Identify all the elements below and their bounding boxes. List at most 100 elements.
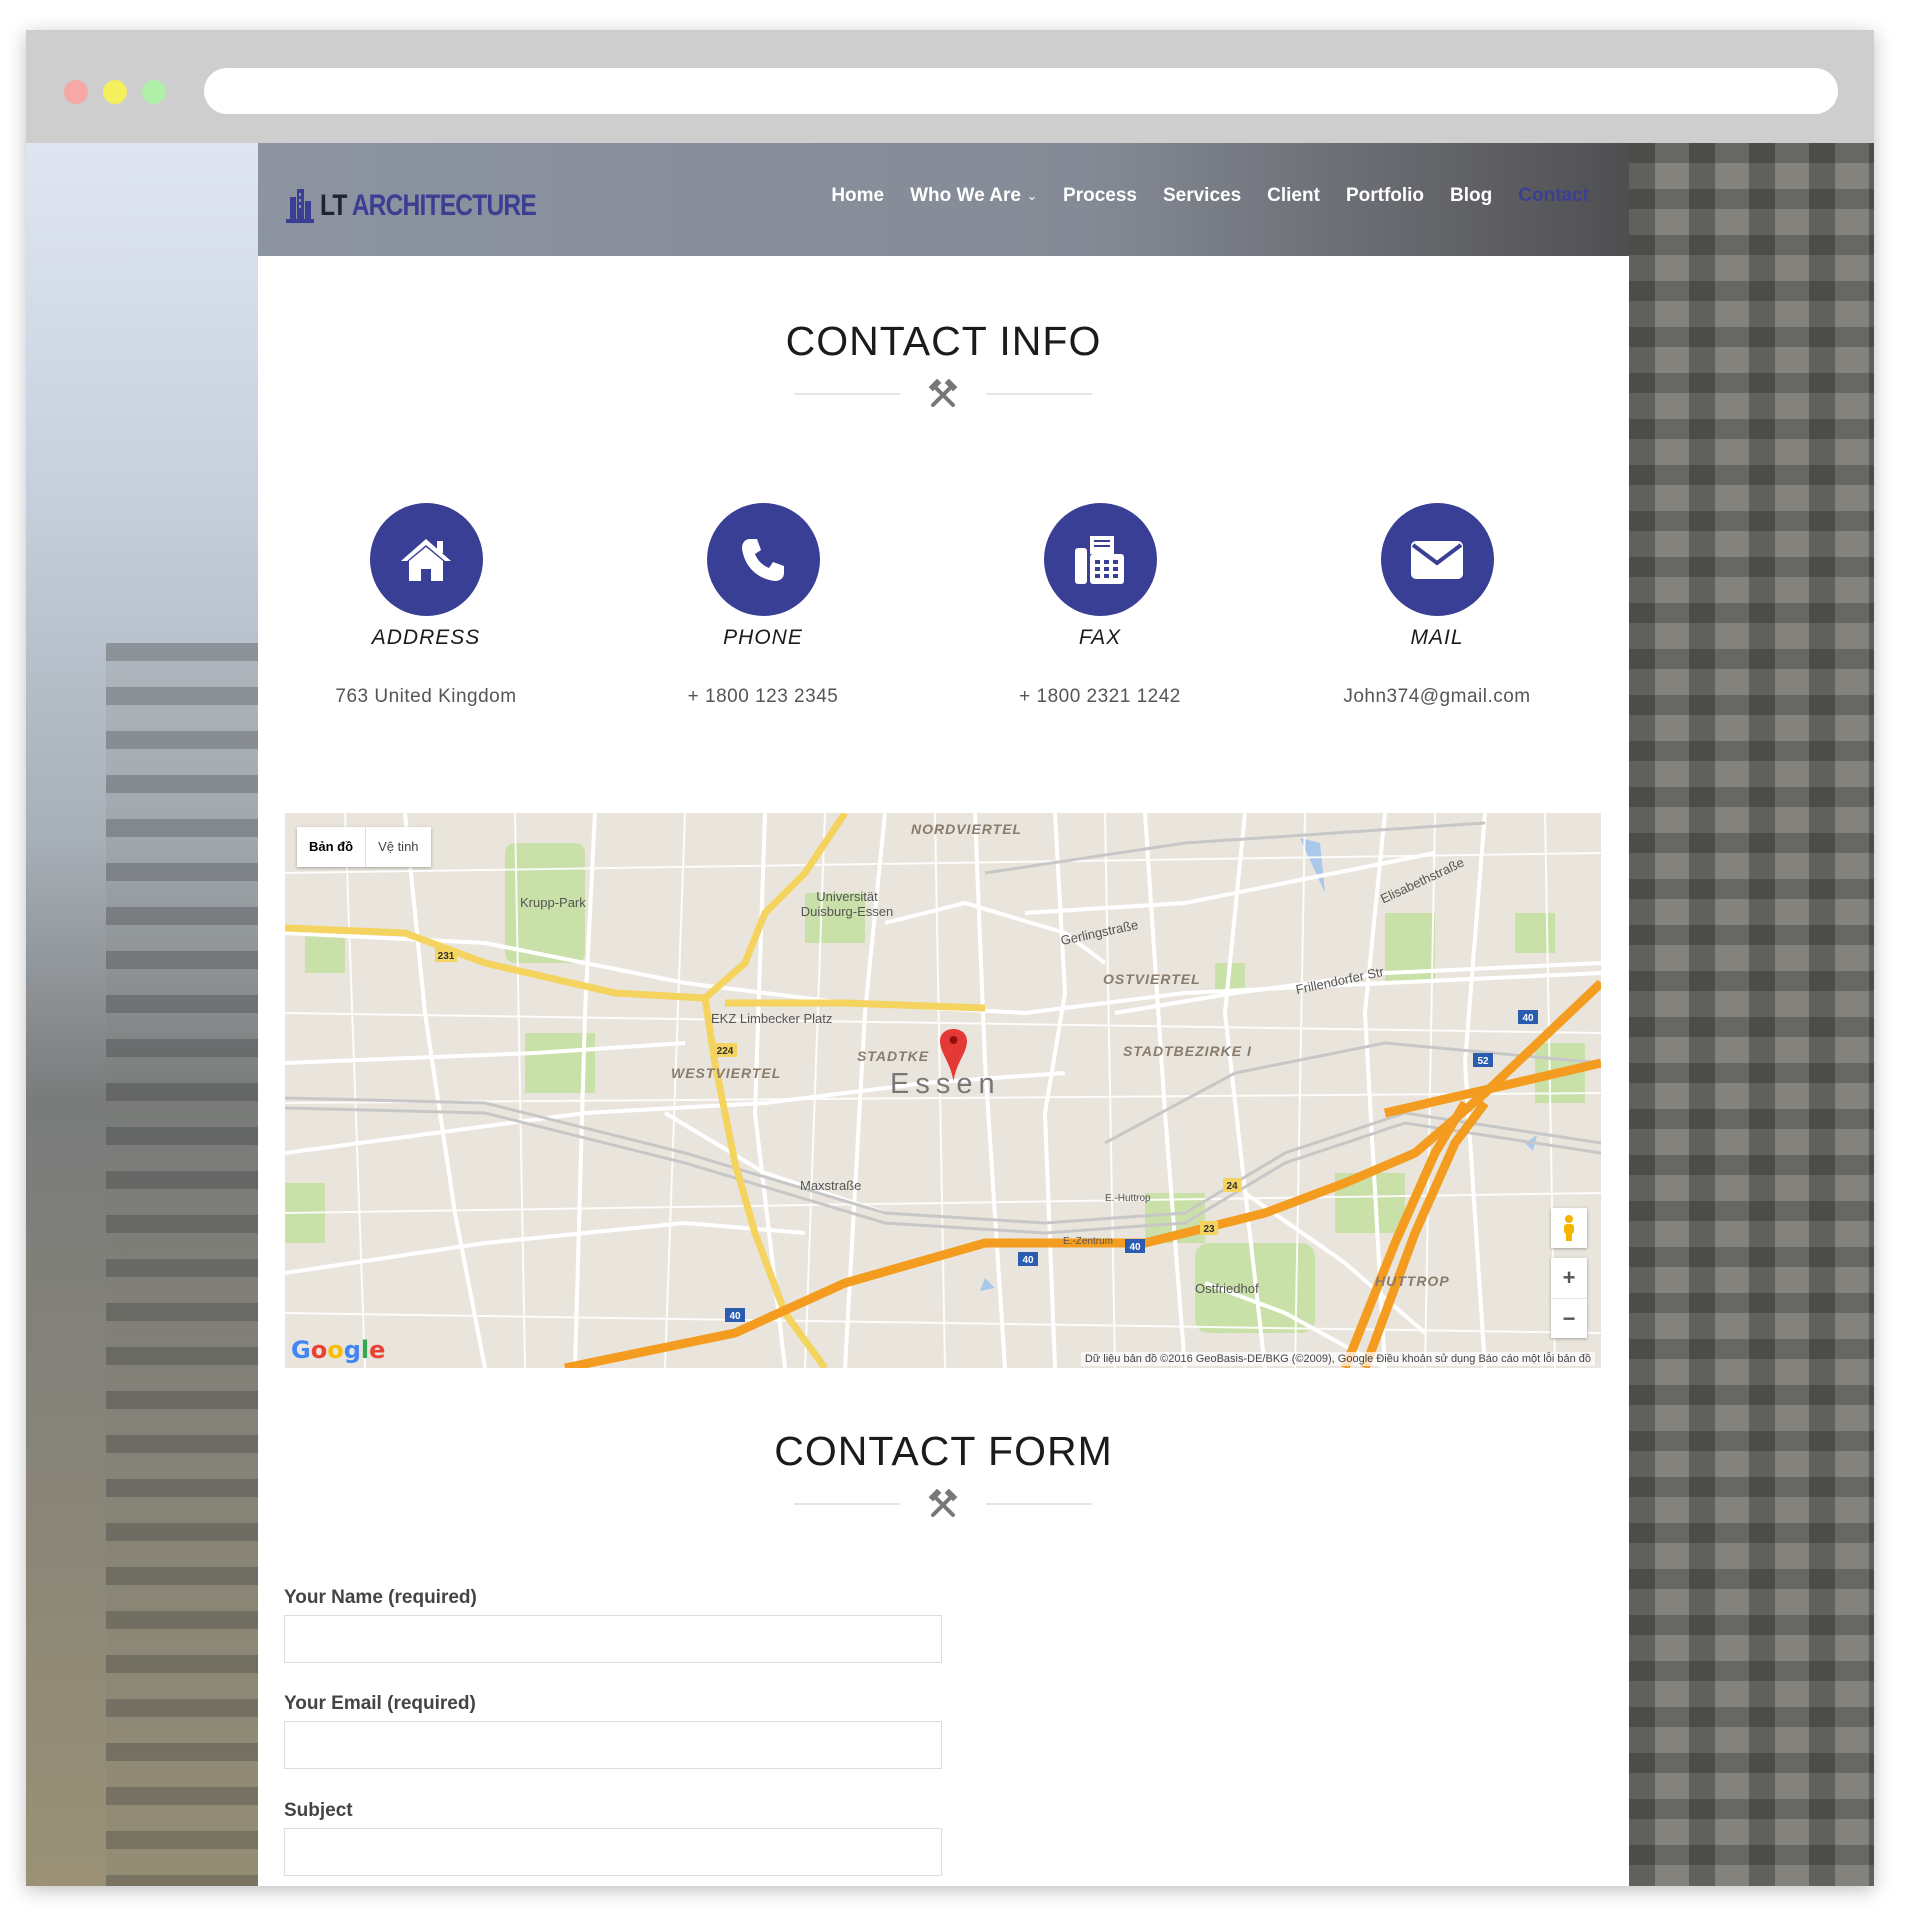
contact-form-title: CONTACT FORM xyxy=(774,1428,1113,1474)
map-label-ekz: EKZ Limbecker Platz xyxy=(711,1011,833,1026)
hammer-icon xyxy=(928,1489,958,1517)
map-attribution[interactable]: Dữ liệu bản đồ ©2016 GeoBasis-DE/BKG (©2… xyxy=(1080,1352,1595,1366)
phone-value: + 1800 123 2345 xyxy=(687,686,839,707)
main-nav: Home Who We Are ⌄ Process Services Client… xyxy=(805,185,1589,207)
maximize-window-button[interactable] xyxy=(142,80,166,104)
name-field-label: Your Name (required) xyxy=(284,1587,477,1608)
site-header: LT ARCHITECTURE Home Who We Are ⌄ Process… xyxy=(258,143,1629,256)
contact-fax: FAX + 1800 2321 1242 xyxy=(932,503,1268,708)
logo-text: LT ARCHITECTURE xyxy=(320,189,537,223)
zoom-out-button[interactable]: − xyxy=(1551,1299,1587,1338)
nav-client[interactable]: Client xyxy=(1267,185,1320,207)
phone-circle xyxy=(706,503,820,616)
zoom-in-button[interactable]: + xyxy=(1551,1258,1587,1299)
chevron-down-icon: ⌄ xyxy=(1026,189,1038,203)
contact-mail: MAIL John374@gmail.com xyxy=(1269,503,1605,708)
map-label-e-zentrum: E.-Zentrum xyxy=(1063,1236,1114,1247)
building-icon xyxy=(286,189,314,223)
address-label: ADDRESS xyxy=(371,626,481,649)
svg-text:24: 24 xyxy=(1226,1181,1238,1192)
nav-contact[interactable]: Contact xyxy=(1518,185,1589,207)
map-label-stadtbezirke: STADTBEZIRKE I xyxy=(1123,1043,1252,1059)
street-view-pegman[interactable] xyxy=(1551,1208,1587,1248)
svg-text:40: 40 xyxy=(1022,1255,1034,1266)
nav-services-label: Services xyxy=(1162,185,1242,206)
page-viewport: LT ARCHITECTURE Home Who We Are ⌄ Process… xyxy=(26,143,1874,1886)
google-logo[interactable]: Google xyxy=(291,1336,385,1364)
nav-process[interactable]: Process xyxy=(1063,185,1137,207)
svg-text:52: 52 xyxy=(1477,1056,1489,1067)
subject-field-label: Subject xyxy=(284,1800,353,1821)
map-label-westviertel: WESTVIERTEL xyxy=(671,1065,782,1081)
background-image-right xyxy=(1629,143,1874,1886)
nav-home-label: Home xyxy=(831,185,885,206)
hammer-icon xyxy=(928,379,958,407)
contact-address: ADDRESS 763 United Kingdom xyxy=(258,503,594,708)
map-label-ostfriedhof: Ostfriedhof xyxy=(1195,1281,1259,1296)
contact-info-title: CONTACT INFO xyxy=(785,318,1102,364)
svg-text:40: 40 xyxy=(1522,1013,1534,1024)
google-map[interactable]: 231 224 52 40 40 40 40 24 23 NORDVIERTEL xyxy=(285,813,1601,1368)
mail-icon xyxy=(1411,540,1463,579)
svg-text:40: 40 xyxy=(1129,1242,1141,1253)
home-icon xyxy=(401,538,451,581)
map-tab-satellite[interactable]: Vệ tinh xyxy=(366,827,430,867)
nav-services[interactable]: Services xyxy=(1163,185,1241,207)
nav-who-we-are[interactable]: Who We Are ⌄ xyxy=(910,185,1037,207)
address-value: 763 United Kingdom xyxy=(335,686,517,707)
browser-titlebar xyxy=(26,30,1874,143)
nav-blog-label: Blog xyxy=(1450,185,1493,206)
address-circle xyxy=(369,503,483,616)
section-divider-form xyxy=(794,1489,1092,1519)
map-label-stadtkern: STADTKE xyxy=(857,1048,930,1064)
map-type-tabs: Bản đồ Vệ tinh xyxy=(297,827,431,867)
nav-client-label: Client xyxy=(1267,185,1320,206)
subject-field[interactable] xyxy=(284,1828,942,1876)
logo-text-lt: LT xyxy=(320,189,347,222)
nav-contact-label: Contact xyxy=(1518,185,1589,206)
nav-home[interactable]: Home xyxy=(831,185,884,207)
background-image-left xyxy=(26,143,258,1886)
contact-phone: PHONE + 1800 123 2345 xyxy=(595,503,931,708)
phone-icon xyxy=(742,538,784,581)
email-field[interactable] xyxy=(284,1721,942,1769)
mail-label: MAIL xyxy=(1410,626,1464,649)
map-label-university: Universität Duisburg-Essen xyxy=(800,889,894,919)
map-label-maxstrasse: Maxstraße xyxy=(800,1178,862,1193)
nav-who-we-are-label: Who We Are xyxy=(910,185,1021,206)
fax-icon xyxy=(1075,535,1124,584)
fax-circle xyxy=(1043,503,1157,616)
address-bar[interactable] xyxy=(204,68,1838,114)
email-field-label: Your Email (required) xyxy=(284,1693,476,1714)
zoom-controls: + − xyxy=(1551,1258,1587,1338)
nav-portfolio[interactable]: Portfolio xyxy=(1346,185,1424,207)
mail-value[interactable]: John374@gmail.com xyxy=(1269,686,1605,708)
nav-process-label: Process xyxy=(1063,185,1137,206)
site-logo[interactable]: LT ARCHITECTURE xyxy=(284,183,583,223)
fax-label: FAX xyxy=(1078,626,1122,649)
map-label-e-huttrop: E.-Huttrop xyxy=(1105,1193,1151,1204)
fax-value: + 1800 2321 1242 xyxy=(1019,686,1181,707)
svg-text:224: 224 xyxy=(717,1046,734,1057)
section-divider xyxy=(794,379,1092,409)
svg-text:40: 40 xyxy=(729,1311,741,1322)
nav-portfolio-label: Portfolio xyxy=(1345,185,1425,206)
page-content: LT ARCHITECTURE Home Who We Are ⌄ Process… xyxy=(258,143,1629,1886)
map-label-huttrop: HUTTROP xyxy=(1375,1273,1450,1289)
close-window-button[interactable] xyxy=(64,80,88,104)
map-tab-map[interactable]: Bản đồ xyxy=(297,827,367,867)
map-label-nordviertel: NORDVIERTEL xyxy=(911,821,1023,837)
browser-window: LT ARCHITECTURE Home Who We Are ⌄ Process… xyxy=(26,30,1874,1886)
svg-text:231: 231 xyxy=(438,951,455,962)
name-field[interactable] xyxy=(284,1615,942,1663)
pegman-icon xyxy=(1564,1215,1574,1241)
map-label-city: Essen xyxy=(890,1068,1001,1100)
minimize-window-button[interactable] xyxy=(103,80,127,104)
nav-blog[interactable]: Blog xyxy=(1450,185,1492,207)
phone-label: PHONE xyxy=(723,626,803,649)
mail-circle xyxy=(1380,503,1494,616)
map-label-krupp-park: Krupp-Park xyxy=(520,895,586,910)
map-label-ostviertel: OSTVIERTEL xyxy=(1103,971,1201,987)
logo-text-architecture: ARCHITECTURE xyxy=(351,189,537,222)
svg-text:23: 23 xyxy=(1203,1224,1215,1235)
